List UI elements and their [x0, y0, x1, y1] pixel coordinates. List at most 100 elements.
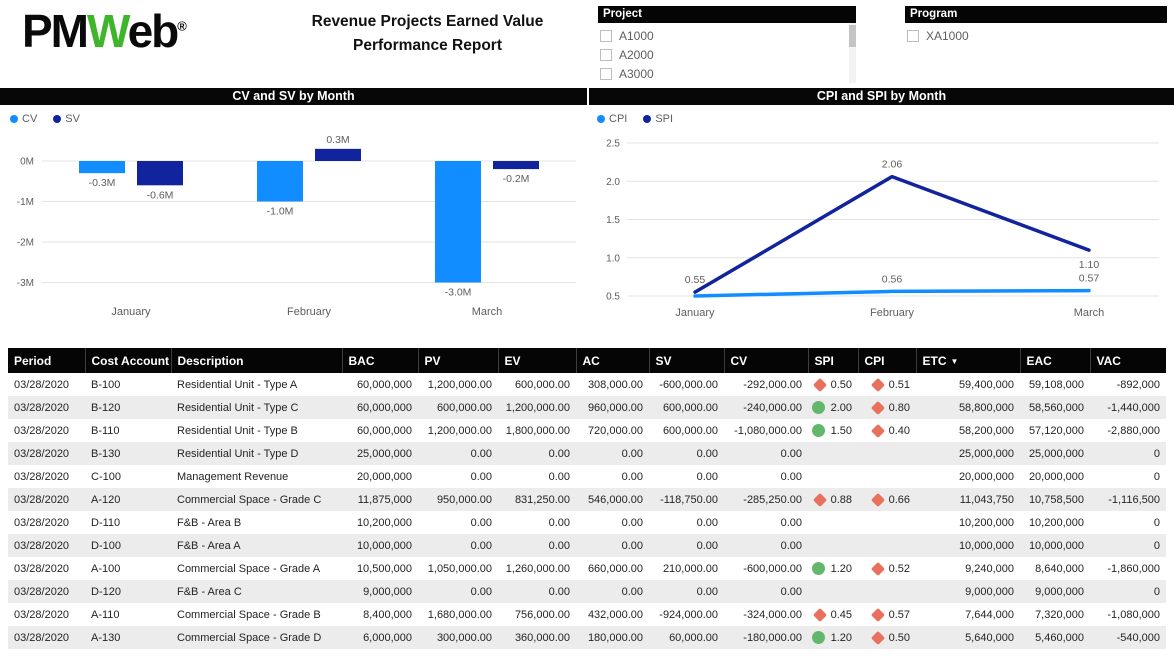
- cell-vac: 0: [1090, 511, 1166, 534]
- program-option-xa1000[interactable]: XA1000: [907, 26, 1167, 45]
- table-row[interactable]: 03/28/2020A-110Commercial Space - Grade …: [8, 603, 1166, 626]
- cell-account: A-110: [85, 603, 171, 626]
- spi-value: 1.50: [831, 425, 852, 437]
- svg-text:1.0: 1.0: [606, 253, 620, 264]
- cell-description: Residential Unit - Type C: [171, 396, 342, 419]
- column-header-period[interactable]: Period: [8, 348, 85, 373]
- scrollbar-thumb[interactable]: [849, 25, 856, 47]
- cell-bac: 10,500,000: [342, 557, 418, 580]
- column-header-ev[interactable]: EV: [498, 348, 576, 373]
- program-option-label: XA1000: [926, 29, 969, 43]
- cell-sv: 600,000.00: [649, 396, 724, 419]
- table-row[interactable]: 03/28/2020D-120F&B - Area C9,000,0000.00…: [8, 580, 1166, 603]
- table-row[interactable]: 03/28/2020A-130Commercial Space - Grade …: [8, 626, 1166, 649]
- cell-sv: -924,000.00: [649, 603, 724, 626]
- cv-sv-chart-title: CV and SV by Month: [0, 88, 587, 105]
- cell-ev: 0.00: [498, 580, 576, 603]
- checkbox-unchecked-icon[interactable]: [600, 30, 612, 42]
- cell-description: Residential Unit - Type A: [171, 373, 342, 396]
- cpi-legend-label: CPI: [609, 113, 627, 125]
- sv-bar-march[interactable]: [493, 161, 539, 169]
- table-row[interactable]: 03/28/2020C-100Management Revenue20,000,…: [8, 465, 1166, 488]
- checkbox-unchecked-icon[interactable]: [907, 30, 919, 42]
- project-option-a2000[interactable]: A2000: [600, 45, 856, 64]
- table-row[interactable]: 03/28/2020B-100Residential Unit - Type A…: [8, 373, 1166, 396]
- cell-period: 03/28/2020: [8, 557, 85, 580]
- column-header-description[interactable]: Description: [171, 348, 342, 373]
- table-row[interactable]: 03/28/2020B-120Residential Unit - Type C…: [8, 396, 1166, 419]
- cell-vac: 0: [1090, 442, 1166, 465]
- cv-bar-march[interactable]: [435, 161, 481, 283]
- cell-spi: [808, 511, 858, 534]
- cell-period: 03/28/2020: [8, 603, 85, 626]
- cell-period: 03/28/2020: [8, 465, 85, 488]
- cv-sv-bar-plot[interactable]: 0M-1M-2M-3MJanuary-0.3M-0.6MFebruary-1.0…: [0, 105, 587, 343]
- project-option-a3000[interactable]: A3000: [600, 64, 856, 83]
- svg-text:February: February: [870, 307, 915, 319]
- cell-account: B-130: [85, 442, 171, 465]
- column-header-eac[interactable]: EAC: [1020, 348, 1090, 373]
- cell-spi: 1.50: [808, 419, 858, 442]
- svg-text:-2M: -2M: [17, 238, 34, 249]
- column-header-spi[interactable]: SPI: [808, 348, 858, 373]
- cell-etc: 58,200,000: [916, 419, 1020, 442]
- cpi-spi-line-plot[interactable]: 0.51.01.52.02.5JanuaryFebruaryMarch0.560…: [587, 105, 1174, 343]
- cell-eac: 10,000,000: [1020, 534, 1090, 557]
- column-header-pv[interactable]: PV: [418, 348, 498, 373]
- table-row[interactable]: 03/28/2020A-100Commercial Space - Grade …: [8, 557, 1166, 580]
- cell-vac: 0: [1090, 534, 1166, 557]
- table-row[interactable]: 03/28/2020B-110Residential Unit - Type B…: [8, 419, 1166, 442]
- cell-vac: 0: [1090, 580, 1166, 603]
- column-header-sv[interactable]: SV: [649, 348, 724, 373]
- chart-title-bars: CV and SV by Month CPI and SPI by Month: [0, 88, 1174, 105]
- sv-bar-january[interactable]: [137, 161, 183, 185]
- cell-spi: 1.20: [808, 557, 858, 580]
- cell-cpi: 0.51: [858, 373, 916, 396]
- cell-cpi: 0.52: [858, 557, 916, 580]
- cell-description: Residential Unit - Type B: [171, 419, 342, 442]
- cell-ac: 660,000.00: [576, 557, 649, 580]
- checkbox-unchecked-icon[interactable]: [600, 68, 612, 80]
- cell-account: A-130: [85, 626, 171, 649]
- project-option-a1000[interactable]: A1000: [600, 26, 856, 45]
- column-header-cost-account[interactable]: Cost Account: [85, 348, 171, 373]
- column-header-cv[interactable]: CV: [724, 348, 808, 373]
- column-header-vac[interactable]: VAC: [1090, 348, 1166, 373]
- column-header-bac[interactable]: BAC: [342, 348, 418, 373]
- column-header-ac[interactable]: AC: [576, 348, 649, 373]
- cell-account: D-100: [85, 534, 171, 557]
- svg-text:0.56: 0.56: [882, 273, 903, 285]
- cell-period: 03/28/2020: [8, 419, 85, 442]
- cell-description: F&B - Area B: [171, 511, 342, 534]
- column-header-label: PV: [425, 354, 441, 368]
- project-slicer-scrollbar[interactable]: [849, 23, 856, 83]
- cell-sv: -118,750.00: [649, 488, 724, 511]
- cell-vac: -1,116,500: [1090, 488, 1166, 511]
- cell-eac: 10,758,500: [1020, 488, 1090, 511]
- column-header-cpi[interactable]: CPI: [858, 348, 916, 373]
- cpi-spi-legend: CPI SPI: [597, 113, 673, 125]
- checkbox-unchecked-icon[interactable]: [600, 49, 612, 61]
- cell-description: Commercial Space - Grade D: [171, 626, 342, 649]
- cpi-line[interactable]: [695, 291, 1089, 296]
- table-row[interactable]: 03/28/2020B-130Residential Unit - Type D…: [8, 442, 1166, 465]
- cell-ac: 432,000.00: [576, 603, 649, 626]
- svg-text:-3M: -3M: [17, 278, 34, 289]
- cpi-spi-chart[interactable]: CPI SPI 0.51.01.52.02.5JanuaryFebruaryMa…: [587, 105, 1174, 343]
- cell-ev: 600,000.00: [498, 373, 576, 396]
- svg-text:1.10: 1.10: [1079, 259, 1100, 271]
- cv-sv-chart[interactable]: CV SV 0M-1M-2M-3MJanuary-0.3M-0.6MFebrua…: [0, 105, 587, 343]
- cell-ev: 0.00: [498, 511, 576, 534]
- cell-sv: 0.00: [649, 534, 724, 557]
- column-header-etc[interactable]: ETC▼: [916, 348, 1020, 373]
- column-header-label: CV: [731, 354, 748, 368]
- red-diamond-icon: [871, 630, 885, 644]
- cv-bar-january[interactable]: [79, 161, 125, 173]
- table-row[interactable]: 03/28/2020D-100F&B - Area A10,000,0000.0…: [8, 534, 1166, 557]
- sort-descending-icon[interactable]: ▼: [951, 357, 959, 366]
- cell-ev: 360,000.00: [498, 626, 576, 649]
- sv-bar-february[interactable]: [315, 149, 361, 161]
- cv-bar-february[interactable]: [257, 161, 303, 202]
- table-row[interactable]: 03/28/2020D-110F&B - Area B10,200,0000.0…: [8, 511, 1166, 534]
- table-row[interactable]: 03/28/2020A-120Commercial Space - Grade …: [8, 488, 1166, 511]
